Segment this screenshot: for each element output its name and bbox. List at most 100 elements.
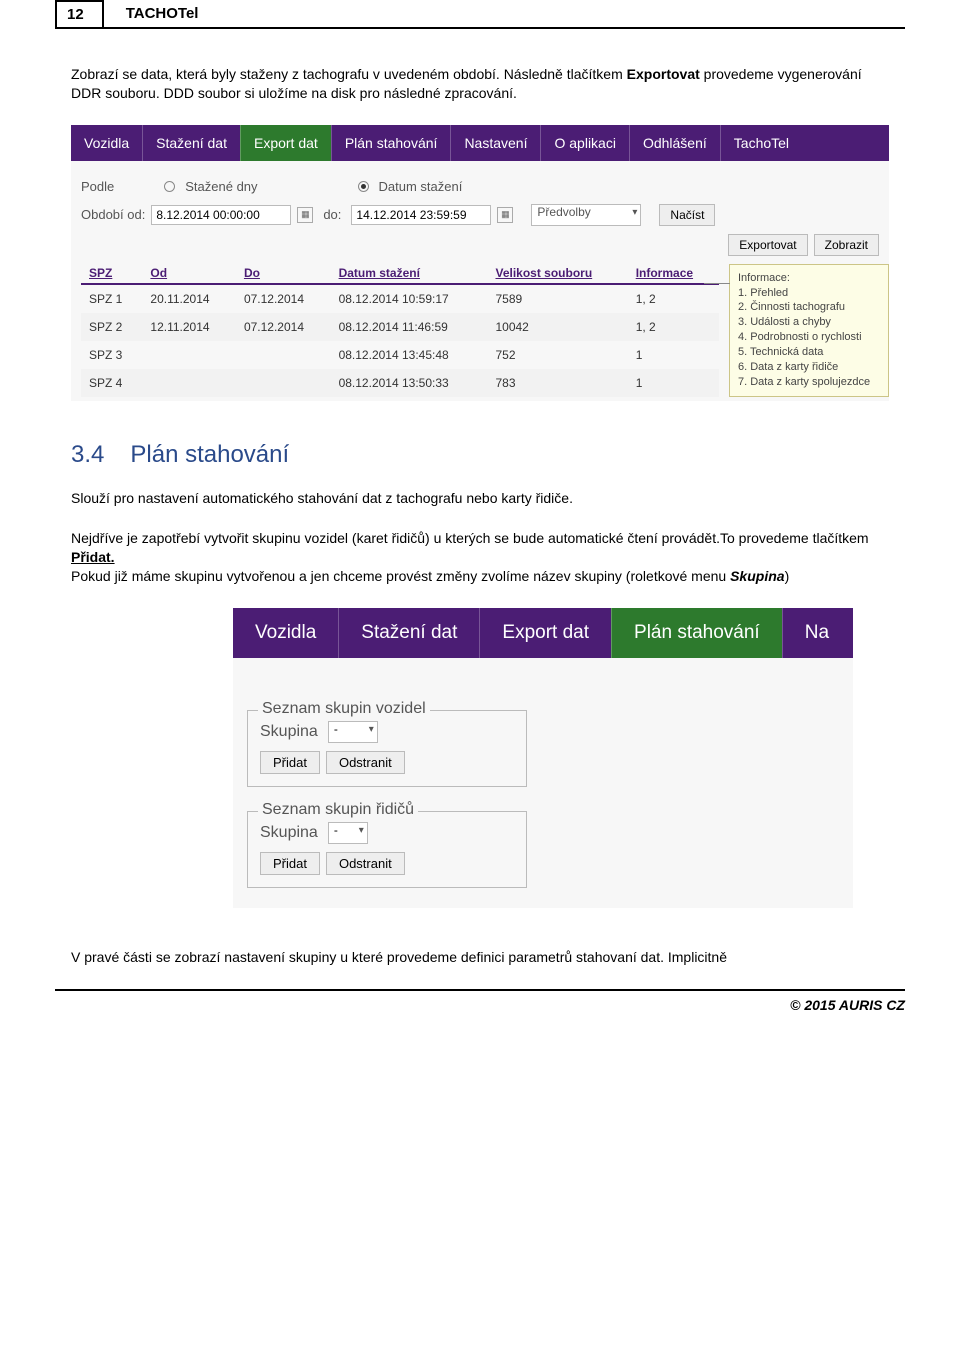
nav-odhlaseni[interactable]: Odhlášení bbox=[629, 125, 720, 161]
pridat-ridicu-button[interactable]: Přidat bbox=[260, 852, 320, 875]
cell: 1 bbox=[628, 369, 719, 397]
last-paragraph: V pravé části se zobrazí nastavení skupi… bbox=[71, 948, 889, 967]
nav-stazeni-dat[interactable]: Stažení dat bbox=[142, 125, 240, 161]
page-title: TACHOTel bbox=[126, 5, 199, 22]
nacist-button[interactable]: Načíst bbox=[659, 204, 715, 226]
table-row: SPZ 1 20.11.2014 07.12.2014 08.12.2014 1… bbox=[81, 284, 719, 313]
exportovat-button[interactable]: Exportovat bbox=[728, 234, 807, 256]
cell: 1, 2 bbox=[628, 284, 719, 313]
th-do[interactable]: Do bbox=[236, 262, 331, 284]
tooltip-item: 7. Data z karty spolujezdce bbox=[738, 375, 880, 390]
copyright: © 2015 AURIS CZ bbox=[790, 997, 905, 1013]
label-stazene-dny: Stažené dny bbox=[185, 179, 257, 194]
callout-line bbox=[704, 283, 730, 284]
label-skupina-2: Skupina bbox=[260, 824, 318, 842]
tooltip-title: Informace: bbox=[738, 271, 880, 286]
cell bbox=[142, 341, 236, 369]
nav-plan-stahovani[interactable]: Plán stahování bbox=[331, 125, 451, 161]
info-tooltip: Informace: 1. Přehled 2. Činnosti tachog… bbox=[729, 264, 889, 397]
nav2-vozidla[interactable]: Vozidla bbox=[233, 608, 338, 658]
calendar-icon[interactable]: ▦ bbox=[497, 207, 513, 223]
odstranit-vozidel-button[interactable]: Odstranit bbox=[326, 751, 405, 774]
nav-export-dat[interactable]: Export dat bbox=[240, 125, 331, 161]
label-skupina-1: Skupina bbox=[260, 723, 318, 741]
zobrazit-button[interactable]: Zobrazit bbox=[814, 234, 879, 256]
para3-b2: Skupina bbox=[730, 568, 784, 584]
select-skupina-vozidel[interactable]: - bbox=[328, 721, 378, 743]
cell: 08.12.2014 11:46:59 bbox=[331, 313, 488, 341]
nav2-plan-stahovani[interactable]: Plán stahování bbox=[611, 608, 782, 658]
para3-t2: Pokud již máme skupinu vytvořenou a jen … bbox=[71, 568, 730, 584]
select-value: - bbox=[334, 722, 338, 736]
cell: 10042 bbox=[487, 313, 627, 341]
th-datum-stazeni[interactable]: Datum stažení bbox=[331, 262, 488, 284]
nav2-stazeni-dat[interactable]: Stažení dat bbox=[338, 608, 479, 658]
pridat-vozidel-button[interactable]: Přidat bbox=[260, 751, 320, 774]
para-3: Nejdříve je zapotřebí vytvořit skupinu v… bbox=[71, 529, 889, 586]
tooltip-item: 1. Přehled bbox=[738, 286, 880, 301]
nav-primary: Vozidla Stažení dat Export dat Plán stah… bbox=[71, 125, 889, 161]
label-datum-stazeni: Datum stažení bbox=[379, 179, 463, 194]
radio-datum-stazeni[interactable] bbox=[358, 181, 369, 192]
filter-row-2: Období od: ▦ do: ▦ Předvolby Načíst bbox=[71, 200, 889, 234]
fieldset-skupin-ridicu: Seznam skupin řidičů Skupina - Přidat Od… bbox=[247, 811, 527, 888]
nav2-export-dat[interactable]: Export dat bbox=[479, 608, 611, 658]
cell: 1 bbox=[628, 341, 719, 369]
para-2: Slouží pro nastavení automatického staho… bbox=[71, 489, 889, 508]
nav-secondary: Vozidla Stažení dat Export dat Plán stah… bbox=[233, 608, 853, 658]
odstranit-ridicu-button[interactable]: Odstranit bbox=[326, 852, 405, 875]
fieldset-skupin-vozidel: Seznam skupin vozidel Skupina - Přidat O… bbox=[247, 710, 527, 787]
intro-text-1: Zobrazí se data, která byly staženy z ta… bbox=[71, 66, 627, 82]
select-skupina-ridicu[interactable]: - bbox=[328, 822, 368, 844]
tooltip-item: 4. Podrobnosti o rychlosti bbox=[738, 330, 880, 345]
screenshot-plan-stahovani: Vozidla Stažení dat Export dat Plán stah… bbox=[233, 608, 853, 908]
page-footer: © 2015 AURIS CZ bbox=[55, 989, 905, 1013]
section-heading: 3.4 Plán stahování bbox=[71, 441, 889, 469]
screenshot-export-dat: Vozidla Stažení dat Export dat Plán stah… bbox=[71, 125, 889, 401]
input-from-date[interactable] bbox=[151, 205, 291, 225]
legend-ridicu: Seznam skupin řidičů bbox=[258, 801, 418, 819]
legend-vozidel: Seznam skupin vozidel bbox=[258, 700, 430, 718]
th-velikost[interactable]: Velikost souboru bbox=[487, 262, 627, 284]
page-header: 12 TACHOTel bbox=[55, 0, 905, 29]
label-do: do: bbox=[323, 207, 341, 222]
nav-o-aplikaci[interactable]: O aplikaci bbox=[540, 125, 628, 161]
page-number: 12 bbox=[55, 0, 104, 29]
section-number: 3.4 bbox=[71, 441, 104, 469]
nav-nastaveni[interactable]: Nastavení bbox=[450, 125, 540, 161]
nav2-na[interactable]: Na bbox=[782, 608, 851, 658]
cell: 12.11.2014 bbox=[142, 313, 236, 341]
table-row: SPZ 3 08.12.2014 13:45:48 752 1 bbox=[81, 341, 719, 369]
nav-vozidla[interactable]: Vozidla bbox=[71, 125, 142, 161]
th-od[interactable]: Od bbox=[142, 262, 236, 284]
cell: 20.11.2014 bbox=[142, 284, 236, 313]
intro-bold-1: Exportovat bbox=[627, 66, 700, 82]
input-to-date[interactable] bbox=[351, 205, 491, 225]
data-table: SPZ Od Do Datum stažení Velikost souboru… bbox=[81, 262, 719, 397]
table-row: SPZ 2 12.11.2014 07.12.2014 08.12.2014 1… bbox=[81, 313, 719, 341]
cell: SPZ 1 bbox=[81, 284, 142, 313]
tooltip-item: 3. Události a chyby bbox=[738, 315, 880, 330]
cell: 07.12.2014 bbox=[236, 313, 331, 341]
para3-t3: ) bbox=[785, 568, 790, 584]
select-predvolby[interactable]: Předvolby bbox=[531, 204, 641, 226]
cell: 08.12.2014 10:59:17 bbox=[331, 284, 488, 313]
calendar-icon[interactable]: ▦ bbox=[297, 207, 313, 223]
th-informace[interactable]: Informace bbox=[628, 262, 719, 284]
tooltip-item: 2. Činnosti tachografu bbox=[738, 300, 880, 315]
cell: 07.12.2014 bbox=[236, 284, 331, 313]
cell: 783 bbox=[487, 369, 627, 397]
cell bbox=[142, 369, 236, 397]
table-header-row: SPZ Od Do Datum stažení Velikost souboru… bbox=[81, 262, 719, 284]
th-spz[interactable]: SPZ bbox=[81, 262, 142, 284]
label-obdobi-od: Období od: bbox=[81, 207, 145, 222]
cell: 08.12.2014 13:50:33 bbox=[331, 369, 488, 397]
radio-stazene-dny[interactable] bbox=[164, 181, 175, 192]
para3-t1: Nejdříve je zapotřebí vytvořit skupinu v… bbox=[71, 530, 869, 546]
cell: 08.12.2014 13:45:48 bbox=[331, 341, 488, 369]
cell: 1, 2 bbox=[628, 313, 719, 341]
para3-b1: Přidat. bbox=[71, 549, 115, 565]
nav-tachotel[interactable]: TachoTel bbox=[720, 125, 802, 161]
cell: 752 bbox=[487, 341, 627, 369]
label-podle: Podle bbox=[81, 179, 114, 194]
